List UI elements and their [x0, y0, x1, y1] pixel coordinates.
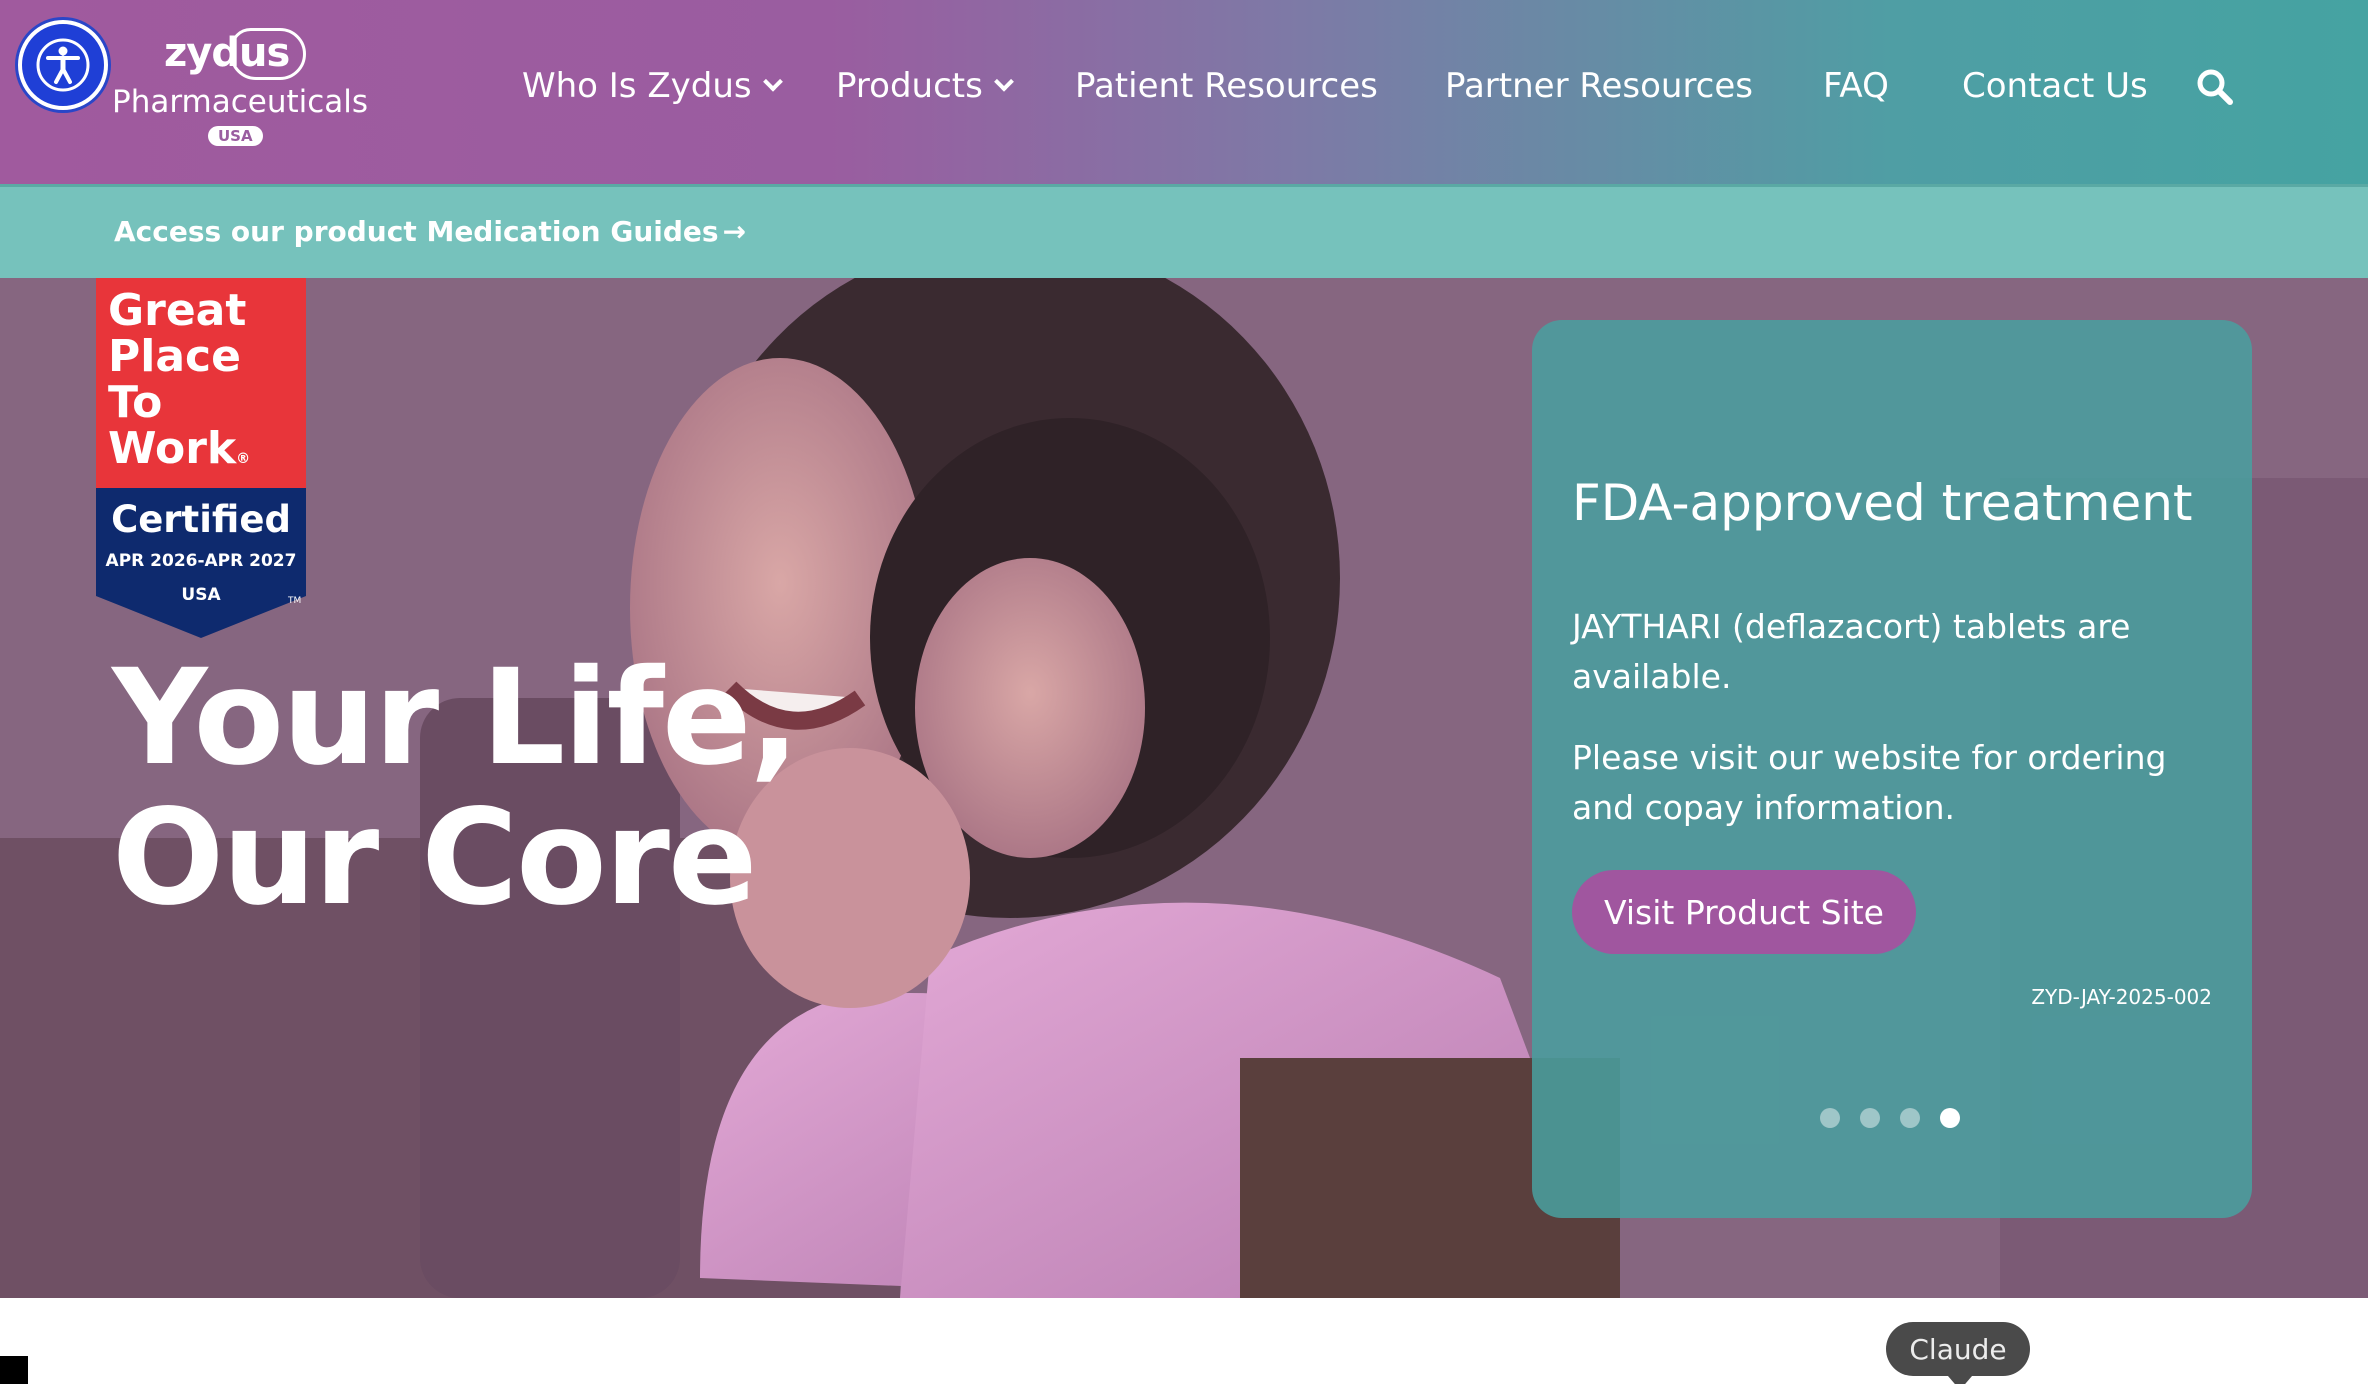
badge-certified: Certified [111, 498, 291, 541]
headline-line: Our Core [112, 781, 757, 935]
card-reference-code: ZYD-JAY-2025-002 [2031, 985, 2212, 1009]
carousel-dot-4[interactable] [1940, 1108, 1960, 1128]
nav-label: Products [836, 66, 983, 106]
accessibility-button[interactable] [18, 20, 108, 110]
hero-headline: Your Life, Our Core [112, 641, 800, 935]
chevron-down-icon [762, 71, 783, 92]
carousel-dot-3[interactable] [1900, 1108, 1920, 1128]
badge-line: Work® [108, 426, 250, 482]
nav-faq[interactable]: FAQ [1823, 58, 1889, 114]
logo-heart-outline [230, 28, 306, 80]
promo-card: FDA-approved treatment JAYTHARI (deflaza… [1532, 320, 2252, 1218]
badge-dates: APR 2026-APR 2027 [105, 551, 297, 571]
arrow-right-icon: → [722, 215, 747, 248]
carousel-dot-2[interactable] [1860, 1108, 1880, 1128]
badge-text-block: Great Place To Work® [108, 288, 250, 482]
window-corner [0, 1356, 28, 1384]
nav-patient-resources[interactable]: Patient Resources [1075, 58, 1378, 114]
nav-label: Who Is Zydus [522, 66, 752, 106]
badge-registered-mark: ® [236, 451, 251, 467]
announcement-bar: Access our product Medication Guides → [0, 184, 2368, 278]
headline-line: Your Life, [112, 641, 800, 795]
zydus-logo[interactable]: zydus Pharmaceuticals USA [108, 26, 368, 156]
visit-product-site-button[interactable]: Visit Product Site [1572, 870, 1916, 954]
nav-who-is-zydus[interactable]: Who Is Zydus [522, 58, 783, 114]
search-button[interactable] [2196, 68, 2234, 106]
logo-country-tag: USA [208, 126, 263, 146]
badge-trademark: TM [288, 596, 302, 606]
hero-section: Great Place To Work® Certified APR 2026-… [0, 278, 2368, 1298]
nav-label: Patient Resources [1075, 66, 1378, 106]
accessibility-icon [36, 38, 90, 92]
medication-guides-link[interactable]: Access our product Medication Guides → [114, 215, 746, 248]
chevron-down-icon [993, 71, 1014, 92]
nav-label: Partner Resources [1445, 66, 1754, 106]
site-header: zydus Pharmaceuticals USA Who Is Zydus P… [0, 0, 2368, 184]
search-icon [2197, 69, 2233, 105]
nav-contact-us[interactable]: Contact Us [1962, 58, 2148, 114]
badge-line: Place [108, 331, 241, 382]
carousel-dots [1820, 1108, 1960, 1128]
nav-products[interactable]: Products [836, 58, 1014, 114]
claude-tooltip: Claude [1886, 1322, 2030, 1384]
badge-line: To [108, 377, 163, 428]
badge-cert-block: Certified APR 2026-APR 2027 USA [96, 498, 306, 605]
card-paragraph: JAYTHARI (deflazacort) tablets are avail… [1572, 607, 2131, 696]
announcement-text: Access our product Medication Guides [114, 215, 719, 248]
card-title: FDA-approved treatment [1572, 474, 2193, 532]
card-paragraph: Please visit our website for ordering an… [1572, 738, 2167, 827]
nav-partner-resources[interactable]: Partner Resources [1445, 58, 1753, 114]
logo-subtitle: Pharmaceuticals [112, 84, 369, 120]
badge-country: USA [181, 585, 221, 605]
nav-label: Contact Us [1962, 66, 2148, 106]
badge-line-word: Work [108, 423, 237, 474]
nav-label: FAQ [1823, 66, 1889, 106]
badge-line: Great [108, 285, 247, 336]
carousel-dot-1[interactable] [1820, 1108, 1840, 1128]
